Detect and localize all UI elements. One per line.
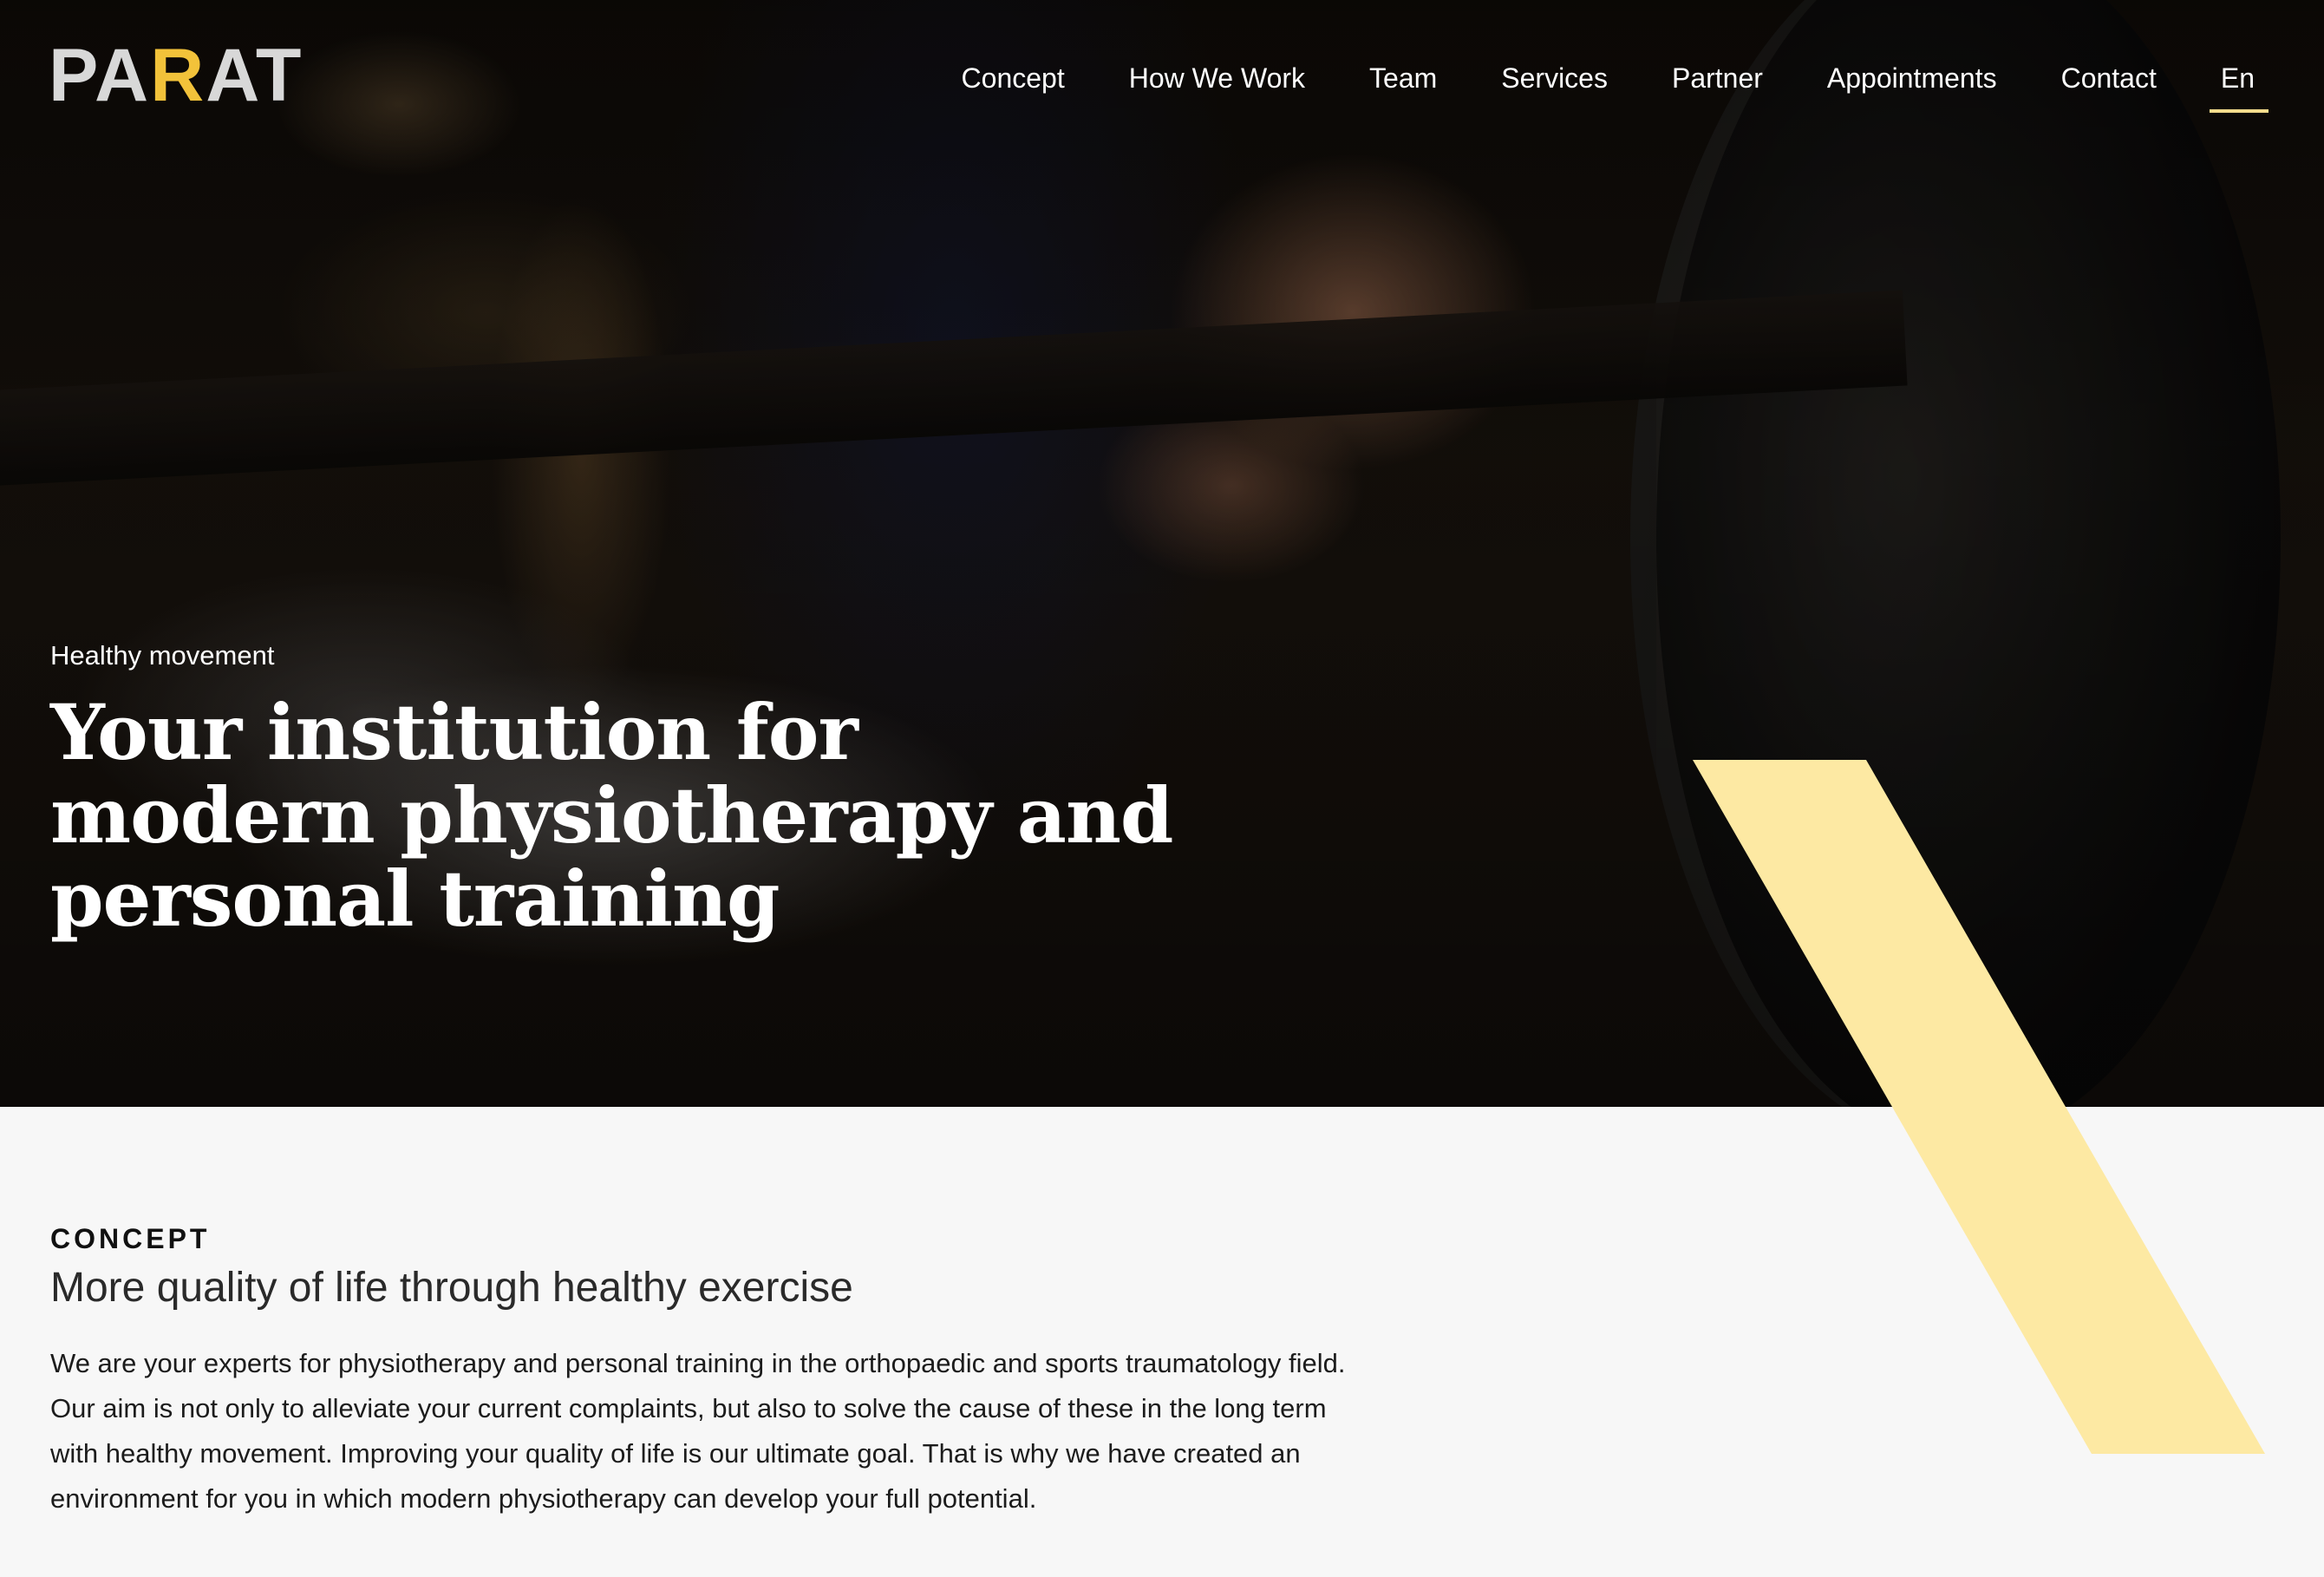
nav-item-partner[interactable]: Partner <box>1640 57 1795 99</box>
concept-body-line-4: environment for you in which modern phys… <box>50 1483 1037 1514</box>
top-navigation: PARAT Concept How We Work Team Services … <box>0 0 2324 156</box>
concept-body-line-2: Our aim is not only to alleviate your cu… <box>50 1393 1327 1423</box>
logo-text-prefix: PA <box>49 34 151 117</box>
language-switch-en[interactable]: En <box>2189 57 2269 113</box>
concept-body-line-1: We are your experts for physiotherapy an… <box>50 1348 1346 1378</box>
main-menu: Concept How We Work Team Services Partne… <box>930 57 2269 113</box>
nav-item-how-we-work[interactable]: How We Work <box>1097 57 1337 99</box>
hero-title-line-1: Your institution for <box>50 687 858 777</box>
hero-title-line-2: modern physiotherapy and <box>50 770 1173 860</box>
concept-subtitle: More quality of life through healthy exe… <box>50 1265 853 1311</box>
concept-body-text: We are your experts for physiotherapy an… <box>50 1341 1403 1521</box>
logo-text-suffix: AT <box>206 34 304 117</box>
hero-eyebrow: Healthy movement <box>50 640 275 671</box>
concept-section: CONCEPT More quality of life through hea… <box>50 1220 1438 1521</box>
nav-item-team[interactable]: Team <box>1337 57 1469 99</box>
parat-logo[interactable]: PARAT <box>49 38 303 113</box>
logo-text-highlight: R <box>150 34 206 117</box>
hero-title: Your institution for modern physiotherap… <box>50 690 1264 940</box>
nav-item-contact[interactable]: Contact <box>2029 57 2189 99</box>
nav-item-concept[interactable]: Concept <box>930 57 1097 99</box>
concept-section-label: CONCEPT <box>50 1223 211 1254</box>
nav-item-services[interactable]: Services <box>1469 57 1640 99</box>
concept-body-line-3: with healthy movement. Improving your qu… <box>50 1438 1301 1469</box>
nav-item-appointments[interactable]: Appointments <box>1795 57 2029 99</box>
hero-title-line-3: personal training <box>50 854 780 944</box>
